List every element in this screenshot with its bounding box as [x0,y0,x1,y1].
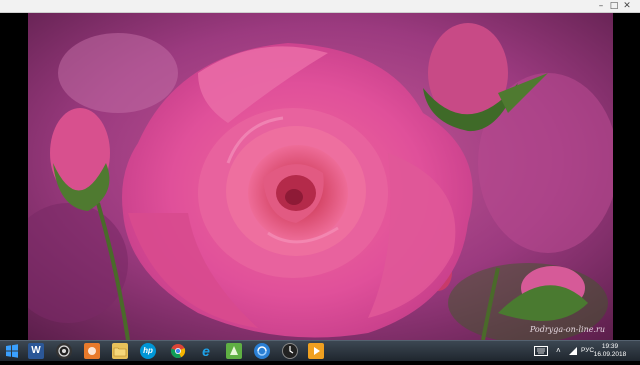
chrome-icon[interactable] [170,343,186,359]
folder-icon[interactable] [112,343,128,359]
maximize-button[interactable]: □ [609,1,619,11]
ie-icon[interactable]: e [198,343,214,359]
start-button-icon[interactable] [4,343,20,359]
sync-icon[interactable] [254,343,270,359]
photo-viewer: Podryga-on-line.ru [0,13,640,340]
keyboard-icon[interactable] [534,341,548,361]
paint-icon[interactable] [84,343,100,359]
green-app-icon[interactable] [226,343,242,359]
rose-illustration [28,13,613,340]
tray-chevron-icon[interactable]: ˄ [556,341,561,361]
rose-photo: Podryga-on-line.ru [28,13,613,340]
close-button[interactable]: ✕ [622,1,632,11]
network-icon[interactable] [568,341,578,361]
watermark-text: Podryga-on-line.ru [529,325,605,334]
window-title-bar: – □ ✕ [0,0,640,13]
clock[interactable]: 19:39 16.09.2018 [590,343,630,359]
hp-icon[interactable]: hp [140,343,156,359]
video-icon[interactable] [308,343,324,359]
media-player-icon[interactable] [282,343,298,359]
minimize-button[interactable]: – [596,1,606,11]
camera-icon[interactable] [56,343,72,359]
taskbar: W hp e ˄ РУС 19:39 16.09.2018 [0,340,640,361]
clock-time: 19:39 [601,343,619,350]
word-icon[interactable]: W [28,343,44,359]
clock-date: 16.09.2018 [593,351,627,358]
